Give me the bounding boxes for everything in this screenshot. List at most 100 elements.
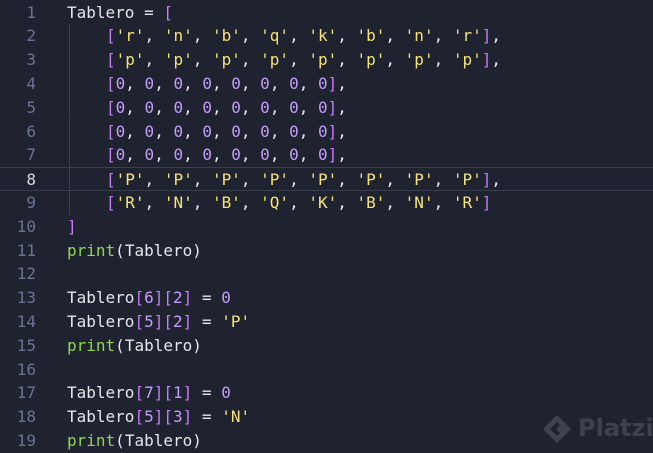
code-token: ,	[298, 145, 318, 165]
code-line[interactable]: 13 Tablero[6][2] = 0	[0, 286, 653, 310]
code-token: =	[134, 2, 164, 22]
code-token: 'p'	[260, 50, 290, 70]
line-number: 13	[16, 288, 36, 308]
code-token: 0	[144, 73, 155, 93]
code-token: Tablero	[67, 288, 135, 308]
code-token: ,	[240, 145, 261, 165]
code-token: 0	[115, 145, 126, 165]
code-token: ,	[337, 121, 347, 141]
code-token: ,	[144, 50, 164, 70]
code-token: 2	[173, 288, 183, 308]
code-line[interactable]: 10]	[0, 215, 653, 239]
line-number: 4	[26, 73, 36, 93]
code-line[interactable]: 14 Tablero[5][2] = 'P'	[0, 310, 653, 334]
code-text: print(Tablero)	[67, 239, 202, 263]
code-line[interactable]: 2 ['r', 'n', 'b', 'q', 'k', 'b', 'n', 'r'…	[0, 24, 653, 49]
line-number: 14	[16, 311, 36, 331]
line-number: 17	[16, 383, 36, 403]
code-line[interactable]: 16	[0, 358, 653, 382]
code-text: [0, 0, 0, 0, 0, 0, 0, 0],	[106, 120, 347, 144]
code-token: ,	[154, 97, 174, 117]
code-token: 'p'	[356, 50, 386, 70]
code-token: ,	[212, 97, 232, 117]
code-token: ,	[289, 26, 309, 46]
code-token: Tablero	[67, 311, 135, 331]
code-line[interactable]: 3 ['p', 'p', 'p', 'p', 'p', 'p', 'p', 'p'…	[0, 48, 653, 72]
code-token: ,	[183, 97, 203, 117]
code-token: )	[192, 430, 202, 450]
code-token: ]	[327, 121, 338, 141]
code-token: [	[106, 73, 116, 93]
code-line[interactable]: 7 [0, 0, 0, 0, 0, 0, 0, 0],	[0, 143, 653, 168]
code-token: 0	[289, 73, 299, 93]
code-token: 0	[173, 73, 184, 93]
code-token: ]	[481, 192, 492, 212]
code-token: 0	[144, 121, 155, 141]
code-token: 0	[173, 145, 184, 165]
code-token: ,	[491, 170, 502, 190]
code-token: 0	[144, 145, 155, 165]
code-text: ['R', 'N', 'B', 'Q', 'K', 'B', 'N', 'R']	[106, 191, 491, 215]
code-token: ,	[433, 26, 453, 46]
code-token: 0	[260, 145, 270, 165]
indent-guide	[69, 71, 70, 96]
code-token: 'n'	[404, 26, 434, 46]
code-token: ,	[337, 26, 357, 46]
code-token: ,	[269, 145, 290, 165]
code-token: ,	[240, 97, 261, 117]
code-text: print(Tablero)	[67, 429, 202, 453]
code-token: 'N'	[221, 407, 251, 427]
platzi-logo-icon	[543, 415, 571, 443]
code-token: 0	[317, 121, 328, 141]
line-number: 16	[16, 359, 36, 379]
code-line[interactable]: 12	[0, 262, 653, 286]
code-line[interactable]: 11 print(Tablero)	[0, 239, 653, 263]
code-token: 'k'	[308, 26, 338, 46]
code-token: ,	[154, 145, 174, 165]
code-token: ,	[154, 73, 174, 93]
code-token: print	[67, 240, 116, 260]
code-token: ,	[212, 121, 232, 141]
code-token: [	[134, 407, 145, 427]
code-line[interactable]: 15 print(Tablero)	[0, 334, 653, 358]
code-token: ,	[337, 50, 357, 70]
code-token: 5	[144, 311, 154, 331]
code-token: [	[106, 170, 116, 190]
line-number: 8	[26, 170, 36, 190]
code-line[interactable]: 9 ['R', 'N', 'B', 'Q', 'K', 'B', 'N', 'R'…	[0, 190, 653, 215]
code-line[interactable]: 5 [0, 0, 0, 0, 0, 0, 0, 0],	[0, 95, 653, 120]
code-token: [	[134, 288, 145, 308]
code-token: ,	[491, 26, 502, 46]
code-token: ,	[491, 50, 502, 70]
code-token: 1	[173, 383, 183, 403]
code-token: 'b'	[356, 26, 386, 46]
code-token: 5	[144, 407, 154, 427]
code-editor[interactable]: 1 Tablero = [2 ['r', 'n', 'b', 'q', 'k', '…	[0, 0, 653, 453]
code-token: ,	[240, 73, 261, 93]
code-token: Tablero	[124, 335, 193, 355]
code-token: Tablero	[124, 240, 193, 260]
code-token: 'p'	[115, 50, 145, 70]
code-token: 'P'	[308, 170, 338, 190]
code-token: =	[192, 407, 222, 427]
code-token: ,	[192, 50, 212, 70]
code-token: 6	[144, 288, 154, 308]
code-token: [	[163, 2, 173, 22]
code-token: 'p'	[211, 50, 241, 70]
indent-guide	[69, 95, 70, 120]
code-line[interactable]: 17 Tablero[7][1] = 0	[0, 381, 653, 405]
code-line[interactable]: 4 [0, 0, 0, 0, 0, 0, 0, 0],	[0, 71, 653, 96]
code-line[interactable]: 6 [0, 0, 0, 0, 0, 0, 0, 0],	[0, 119, 653, 144]
code-text: Tablero[5][2] = 'P'	[67, 310, 250, 334]
code-token: ,	[240, 192, 261, 212]
code-token: ,	[337, 73, 347, 93]
code-token: 0	[289, 145, 299, 165]
code-line[interactable]: 1 Tablero = [	[0, 1, 653, 25]
code-token: 0	[289, 97, 299, 117]
code-token: [	[134, 311, 145, 331]
code-token: ,	[125, 97, 145, 117]
code-token: ,	[298, 73, 318, 93]
code-token: 'K'	[308, 192, 338, 212]
code-line[interactable]: 8 ['P', 'P', 'P', 'P', 'P', 'P', 'P', 'P'…	[0, 167, 653, 191]
line-number: 1	[26, 2, 36, 22]
